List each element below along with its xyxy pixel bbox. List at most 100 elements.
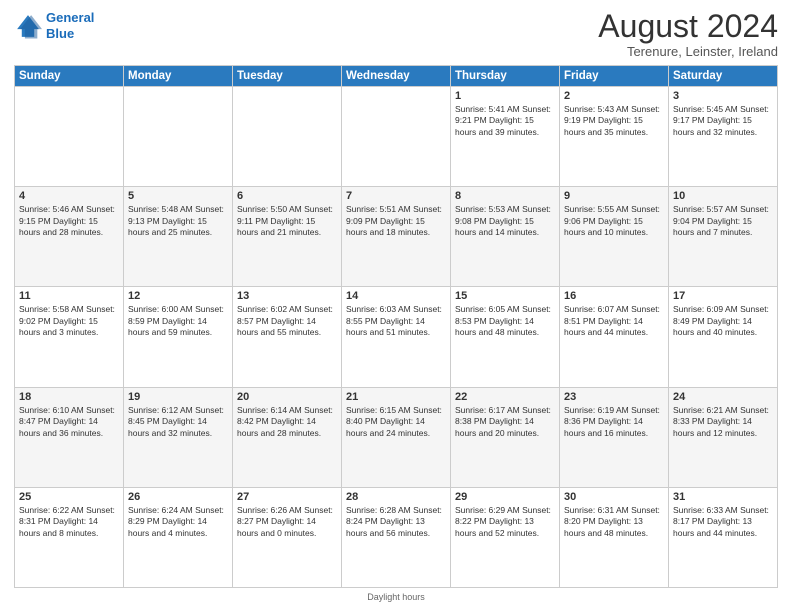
day-number: 6 (237, 190, 337, 202)
calendar-cell (15, 87, 124, 187)
cell-info: Sunrise: 5:43 AM Sunset: 9:19 PM Dayligh… (564, 104, 664, 138)
day-number: 5 (128, 190, 228, 202)
day-number: 26 (128, 491, 228, 503)
cell-info: Sunrise: 5:50 AM Sunset: 9:11 PM Dayligh… (237, 204, 337, 238)
calendar-cell: 16 Sunrise: 6:07 AM Sunset: 8:51 PM Dayli… (560, 287, 669, 387)
calendar-cell: 27 Sunrise: 6:26 AM Sunset: 8:27 PM Dayli… (233, 487, 342, 587)
cell-info: Sunrise: 6:02 AM Sunset: 8:57 PM Dayligh… (237, 304, 337, 338)
calendar-cell: 2 Sunrise: 5:43 AM Sunset: 9:19 PM Daylig… (560, 87, 669, 187)
calendar-cell (124, 87, 233, 187)
cell-info: Sunrise: 6:14 AM Sunset: 8:42 PM Dayligh… (237, 405, 337, 439)
calendar-cell: 31Sunrise: 6:33 AM Sunset: 8:17 PM Dayli… (669, 487, 778, 587)
cell-info: Sunrise: 6:15 AM Sunset: 8:40 PM Dayligh… (346, 405, 446, 439)
logo-icon (14, 12, 42, 40)
calendar-cell: 8Sunrise: 5:53 AM Sunset: 9:08 PM Daylig… (451, 187, 560, 287)
cell-info: Sunrise: 5:41 AM Sunset: 9:21 PM Dayligh… (455, 104, 555, 138)
cell-info: Sunrise: 5:51 AM Sunset: 9:09 PM Dayligh… (346, 204, 446, 238)
header: General Blue August 2024 Terenure, Leins… (14, 10, 778, 59)
calendar-cell: 26Sunrise: 6:24 AM Sunset: 8:29 PM Dayli… (124, 487, 233, 587)
calendar-cell (233, 87, 342, 187)
weekday-header: Monday (124, 66, 233, 87)
calendar-cell: 25 Sunrise: 6:22 AM Sunset: 8:31 PM Dayli… (15, 487, 124, 587)
cell-info: Sunrise: 6:00 AM Sunset: 8:59 PM Dayligh… (128, 304, 228, 338)
calendar-week-row: 1 Sunrise: 5:41 AM Sunset: 9:21 PM Daylig… (15, 87, 778, 187)
page: General Blue August 2024 Terenure, Leins… (0, 0, 792, 612)
calendar-cell: 9 Sunrise: 5:55 AM Sunset: 9:06 PM Daylig… (560, 187, 669, 287)
cell-info: Sunrise: 5:58 AM Sunset: 9:02 PM Dayligh… (19, 304, 119, 338)
day-number: 22 (455, 391, 555, 403)
calendar-cell: 15Sunrise: 6:05 AM Sunset: 8:53 PM Dayli… (451, 287, 560, 387)
day-number: 27 (237, 491, 337, 503)
cell-info: Sunrise: 6:09 AM Sunset: 8:49 PM Dayligh… (673, 304, 773, 338)
calendar-week-row: 18 Sunrise: 6:10 AM Sunset: 8:47 PM Dayli… (15, 387, 778, 487)
weekday-header: Thursday (451, 66, 560, 87)
footer: Daylight hours (14, 592, 778, 602)
weekday-header: Tuesday (233, 66, 342, 87)
calendar-cell: 19Sunrise: 6:12 AM Sunset: 8:45 PM Dayli… (124, 387, 233, 487)
calendar-week-row: 4 Sunrise: 5:46 AM Sunset: 9:15 PM Daylig… (15, 187, 778, 287)
weekday-header: Sunday (15, 66, 124, 87)
cell-info: Sunrise: 6:10 AM Sunset: 8:47 PM Dayligh… (19, 405, 119, 439)
cell-info: Sunrise: 6:07 AM Sunset: 8:51 PM Dayligh… (564, 304, 664, 338)
calendar-cell: 1 Sunrise: 5:41 AM Sunset: 9:21 PM Daylig… (451, 87, 560, 187)
calendar-cell: 29Sunrise: 6:29 AM Sunset: 8:22 PM Dayli… (451, 487, 560, 587)
cell-info: Sunrise: 5:55 AM Sunset: 9:06 PM Dayligh… (564, 204, 664, 238)
day-number: 7 (346, 190, 446, 202)
day-number: 28 (346, 491, 446, 503)
cell-info: Sunrise: 5:48 AM Sunset: 9:13 PM Dayligh… (128, 204, 228, 238)
month-title: August 2024 (598, 10, 778, 42)
day-number: 9 (564, 190, 664, 202)
day-number: 4 (19, 190, 119, 202)
day-number: 1 (455, 90, 555, 102)
cell-info: Sunrise: 6:12 AM Sunset: 8:45 PM Dayligh… (128, 405, 228, 439)
logo-blue-word: Blue (46, 26, 74, 41)
cell-info: Sunrise: 5:46 AM Sunset: 9:15 PM Dayligh… (19, 204, 119, 238)
logo-general: General (46, 10, 94, 25)
cell-info: Sunrise: 6:17 AM Sunset: 8:38 PM Dayligh… (455, 405, 555, 439)
day-number: 8 (455, 190, 555, 202)
day-number: 16 (564, 290, 664, 302)
calendar-cell: 30Sunrise: 6:31 AM Sunset: 8:20 PM Dayli… (560, 487, 669, 587)
day-number: 29 (455, 491, 555, 503)
weekday-header: Wednesday (342, 66, 451, 87)
logo-text: General Blue (46, 10, 94, 41)
day-number: 21 (346, 391, 446, 403)
cell-info: Sunrise: 6:26 AM Sunset: 8:27 PM Dayligh… (237, 505, 337, 539)
subtitle: Terenure, Leinster, Ireland (598, 44, 778, 59)
calendar-cell: 3Sunrise: 5:45 AM Sunset: 9:17 PM Daylig… (669, 87, 778, 187)
logo: General Blue (14, 10, 94, 41)
day-number: 3 (673, 90, 773, 102)
day-number: 24 (673, 391, 773, 403)
cell-info: Sunrise: 6:28 AM Sunset: 8:24 PM Dayligh… (346, 505, 446, 539)
title-block: August 2024 Terenure, Leinster, Ireland (598, 10, 778, 59)
calendar-cell (342, 87, 451, 187)
day-number: 25 (19, 491, 119, 503)
calendar-cell: 12Sunrise: 6:00 AM Sunset: 8:59 PM Dayli… (124, 287, 233, 387)
day-number: 15 (455, 290, 555, 302)
calendar-cell: 17 Sunrise: 6:09 AM Sunset: 8:49 PM Dayli… (669, 287, 778, 387)
calendar-table: SundayMondayTuesdayWednesdayThursdayFrid… (14, 65, 778, 588)
calendar-cell: 5 Sunrise: 5:48 AM Sunset: 9:13 PM Daylig… (124, 187, 233, 287)
calendar-week-row: 11Sunrise: 5:58 AM Sunset: 9:02 PM Dayli… (15, 287, 778, 387)
cell-info: Sunrise: 5:57 AM Sunset: 9:04 PM Dayligh… (673, 204, 773, 238)
day-number: 20 (237, 391, 337, 403)
calendar-cell: 24Sunrise: 6:21 AM Sunset: 8:33 PM Dayli… (669, 387, 778, 487)
cell-info: Sunrise: 6:31 AM Sunset: 8:20 PM Dayligh… (564, 505, 664, 539)
day-number: 17 (673, 290, 773, 302)
daylight-label: Daylight hours (367, 592, 425, 602)
calendar-cell: 6 Sunrise: 5:50 AM Sunset: 9:11 PM Daylig… (233, 187, 342, 287)
calendar-cell: 4 Sunrise: 5:46 AM Sunset: 9:15 PM Daylig… (15, 187, 124, 287)
cell-info: Sunrise: 6:19 AM Sunset: 8:36 PM Dayligh… (564, 405, 664, 439)
day-number: 18 (19, 391, 119, 403)
calendar-cell: 20 Sunrise: 6:14 AM Sunset: 8:42 PM Dayli… (233, 387, 342, 487)
day-number: 2 (564, 90, 664, 102)
calendar-cell: 7 Sunrise: 5:51 AM Sunset: 9:09 PM Daylig… (342, 187, 451, 287)
day-number: 31 (673, 491, 773, 503)
calendar-cell: 10Sunrise: 5:57 AM Sunset: 9:04 PM Dayli… (669, 187, 778, 287)
calendar-cell: 28 Sunrise: 6:28 AM Sunset: 8:24 PM Dayli… (342, 487, 451, 587)
day-number: 13 (237, 290, 337, 302)
weekday-header: Saturday (669, 66, 778, 87)
calendar-cell: 21 Sunrise: 6:15 AM Sunset: 8:40 PM Dayli… (342, 387, 451, 487)
cell-info: Sunrise: 6:22 AM Sunset: 8:31 PM Dayligh… (19, 505, 119, 539)
day-number: 23 (564, 391, 664, 403)
